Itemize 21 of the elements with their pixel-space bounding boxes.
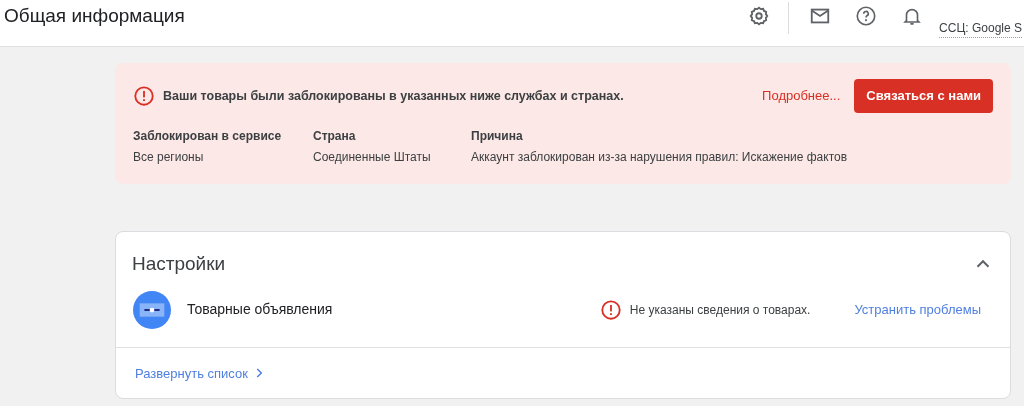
fix-issues-link[interactable]: Устранить проблемы bbox=[854, 299, 981, 320]
column-heading: Причина bbox=[471, 128, 524, 145]
column-value: Аккаунт заблокирован из-за нарушения правил: Искажение фактов bbox=[471, 149, 848, 166]
issue-text: Не указаны сведения о товарах. bbox=[629, 301, 811, 319]
product-icon bbox=[133, 290, 171, 329]
page-title: Общая информация bbox=[4, 3, 185, 28]
account-link[interactable]: ССЦ: Google S bbox=[939, 19, 1022, 38]
contact-button[interactable]: Связаться с нами bbox=[854, 79, 993, 113]
column-heading: Заблокирован в сервисе bbox=[133, 128, 283, 145]
learn-more-link[interactable]: Подробнее... bbox=[762, 86, 841, 106]
error-icon bbox=[133, 85, 155, 107]
card-title: Настройки bbox=[132, 252, 226, 276]
help-icon[interactable] bbox=[855, 5, 878, 27]
expand-list-link[interactable]: Развернуть список bbox=[135, 363, 266, 383]
settings-icon[interactable] bbox=[748, 5, 771, 27]
column-value: Соединенные Штаты bbox=[313, 149, 432, 166]
item-name: Товарные объявления bbox=[187, 300, 333, 319]
error-icon bbox=[599, 298, 622, 321]
alert-message: Ваши товары были заблокированы в указанных ниже службах и странах. bbox=[163, 87, 624, 105]
column-value: Все регионы bbox=[133, 149, 205, 166]
column-heading: Страна bbox=[313, 128, 357, 145]
